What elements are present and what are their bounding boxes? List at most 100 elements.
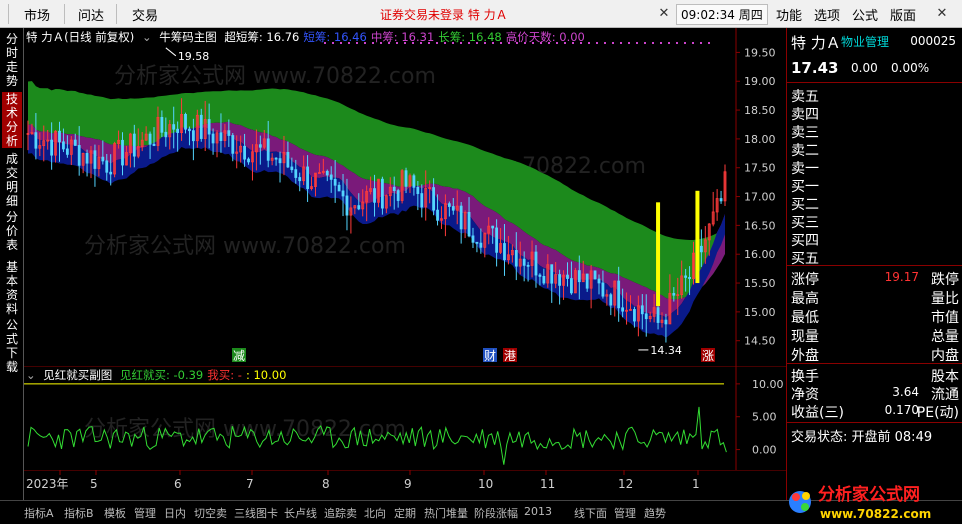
industry-label[interactable]: 物业管理 — [841, 33, 889, 50]
bottom-tab[interactable]: 日内 — [164, 505, 186, 521]
menu-item-function[interactable]: 功能 — [776, 5, 802, 24]
price-tick-label: 17.00 — [744, 191, 776, 204]
order-book-row[interactable]: 卖一 — [791, 158, 959, 177]
candle-body — [294, 169, 298, 178]
candle-body — [640, 305, 644, 315]
sub-indicator-title[interactable]: 见红就买副图 — [43, 368, 112, 382]
menu-item-wenda[interactable]: 问达 — [78, 5, 104, 24]
candle-body — [266, 138, 270, 161]
menu-item-layout[interactable]: 版面 — [890, 5, 916, 24]
bottom-tab[interactable]: 热门堆量 — [424, 505, 468, 521]
order-book-level: 买一 — [791, 179, 819, 195]
candle-body — [538, 274, 542, 277]
bottom-tab[interactable]: 指标B — [64, 505, 94, 521]
candle-body — [633, 309, 636, 322]
close-icon[interactable]: ✕ — [654, 4, 674, 24]
dot-marker — [636, 42, 638, 44]
bottom-tab[interactable]: 模板 — [104, 505, 126, 521]
candle-body — [341, 190, 345, 197]
candle-body — [191, 130, 195, 142]
order-book-row[interactable]: 卖四 — [791, 104, 959, 123]
bottom-tab[interactable]: 追踪卖 — [324, 505, 357, 521]
order-book-row[interactable]: 卖三 — [791, 122, 959, 141]
dot-marker — [620, 42, 622, 44]
watermark-text: 分析家公式网 www.70822.com — [114, 64, 436, 89]
order-book-row[interactable]: 买四 — [791, 230, 959, 249]
menu-item-formula[interactable]: 公式 — [852, 5, 878, 24]
stat-label: 现量 — [791, 329, 819, 345]
menu-item-market[interactable]: 市场 — [24, 5, 50, 24]
order-book-row[interactable]: 卖五 — [791, 86, 959, 105]
event-mark-label: 减 — [233, 349, 245, 363]
tab-basic-info[interactable]: 基本资料 — [2, 260, 22, 316]
close-window-icon[interactable]: ✕ — [932, 4, 952, 24]
sub-chart-panel[interactable]: 分析家公式网 www.70822.com 10.00 5.00 0.00 ⌄ 见红就… — [24, 366, 786, 470]
bottom-tab[interactable]: 管理 — [134, 505, 156, 521]
tab-trade-detail[interactable]: 成交明细 — [2, 152, 22, 208]
event-mark-label: 涨 — [702, 348, 714, 363]
candle-body — [404, 170, 408, 187]
order-book-level: 卖二 — [791, 143, 819, 159]
candle-body — [290, 166, 294, 171]
dot-marker — [700, 42, 702, 44]
bottom-tab[interactable]: 趋势 — [644, 505, 666, 521]
bottom-tab[interactable]: 三线图卡 — [234, 505, 278, 521]
bottom-tab[interactable]: 线下面 — [574, 505, 607, 521]
order-book-row[interactable]: 买三 — [791, 212, 959, 231]
tab-intraday[interactable]: 分时走势 — [2, 32, 22, 88]
candle-body — [601, 282, 605, 297]
bottom-tab[interactable]: 定期 — [394, 505, 416, 521]
candle-body — [373, 188, 376, 203]
time-axis: 2023年 5 6 7 8 9 10 11 12 1 — [24, 470, 786, 500]
stat-value: 19.17 — [884, 270, 919, 284]
candle-body — [412, 175, 416, 188]
price-change-pct: 0.00% — [891, 61, 930, 75]
candle-body — [534, 251, 538, 276]
order-book-level: 买三 — [791, 215, 819, 231]
bottom-tab[interactable]: 切空卖 — [194, 505, 227, 521]
indicator-formula-name[interactable]: 牛筹码主图 — [159, 30, 217, 44]
bottom-tab[interactable]: 管理 — [614, 505, 636, 521]
candle-body — [50, 139, 54, 156]
bottom-tab[interactable]: 2013 — [524, 505, 552, 518]
tab-price-table[interactable]: 分价表 — [2, 210, 22, 252]
bottom-tab[interactable]: 阶段涨幅 — [474, 505, 518, 521]
sub-tick-label: 0.00 — [752, 444, 777, 457]
candle-body — [243, 145, 246, 160]
chevron-down-icon[interactable]: ⌄ — [142, 30, 152, 44]
price-tick-label: 15.00 — [744, 306, 776, 319]
tab-technical-analysis[interactable]: 技术分析 — [2, 92, 22, 148]
stat-label: PE(动) — [916, 405, 959, 421]
candle-body — [684, 275, 688, 278]
main-chart-panel[interactable]: 分析家公式网 www.70822.com 分析家公式网 www.70822.co… — [24, 28, 786, 368]
candle-body — [514, 250, 518, 267]
main-indicator-value: 长筹: 16.48 — [438, 30, 502, 44]
candle-body — [447, 203, 451, 207]
sub-indicator-value: 见红就买: -0.39 — [119, 368, 204, 382]
dot-marker — [684, 42, 686, 44]
menu-item-options[interactable]: 选项 — [814, 5, 840, 24]
price-tick-label: 16.50 — [744, 219, 776, 232]
stat-label: 外盘 — [791, 348, 819, 364]
stat-label: 股本 — [931, 369, 959, 385]
sub-tick-label: 10.00 — [752, 378, 784, 391]
bottom-tab[interactable]: 长卢线 — [284, 505, 317, 521]
order-book-row[interactable]: 买一 — [791, 176, 959, 195]
time-tick-label: 6 — [174, 477, 182, 491]
order-book-row[interactable]: 买二 — [791, 194, 959, 213]
bottom-tab[interactable]: 指标A — [24, 505, 54, 521]
bottom-tab[interactable]: 北向 — [364, 505, 386, 521]
candle-body — [479, 242, 483, 248]
candle-body — [199, 114, 203, 139]
trade-status: 交易状态: 开盘前 08:49 — [791, 430, 933, 445]
menu-item-trade[interactable]: 交易 — [132, 5, 158, 24]
chevron-down-icon[interactable]: ⌄ — [26, 368, 36, 382]
tab-formula-download[interactable]: 公式下载 — [2, 318, 22, 374]
dot-marker — [612, 42, 614, 44]
order-book-row[interactable]: 卖二 — [791, 140, 959, 159]
candle-body — [298, 177, 302, 182]
candle-body — [672, 293, 676, 296]
candle-body — [471, 235, 475, 243]
candle-body — [152, 143, 156, 146]
main-chart-svg[interactable]: 分析家公式网 www.70822.com 分析家公式网 www.70822.co… — [24, 28, 786, 368]
